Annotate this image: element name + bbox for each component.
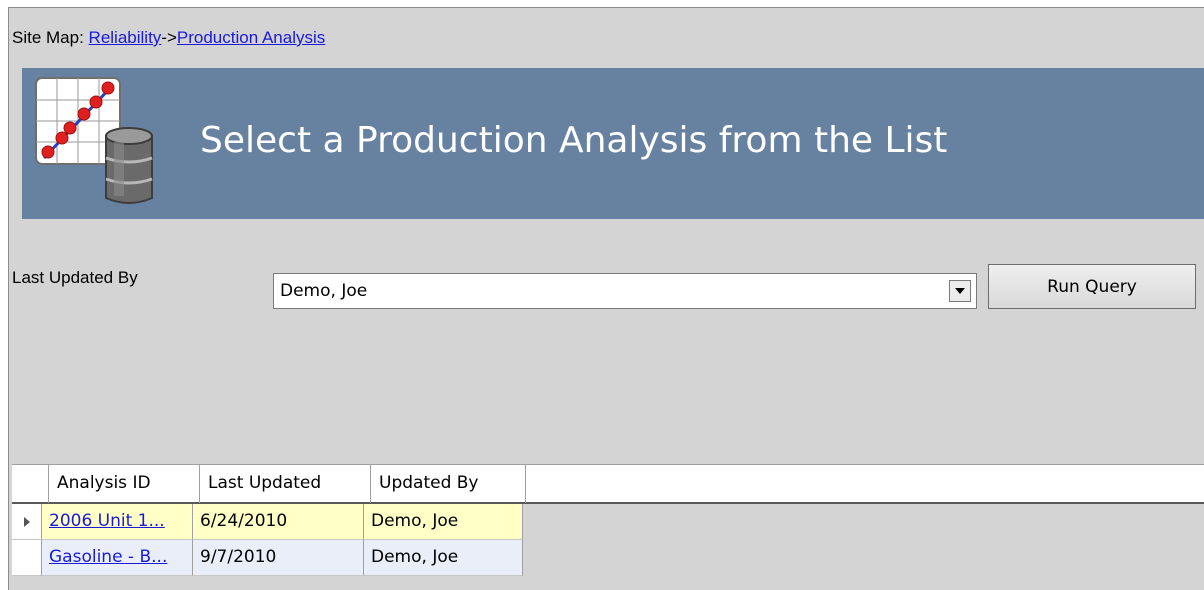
cell-updated-by: Demo, Joe bbox=[364, 504, 523, 540]
dropdown-arrow-button[interactable] bbox=[949, 280, 971, 302]
page-banner: Select a Production Analysis from the Li… bbox=[22, 68, 1204, 219]
column-header-last-updated[interactable]: Last Updated bbox=[199, 465, 370, 503]
cell-analysis-id: 2006 Unit 1... bbox=[42, 504, 193, 540]
last-updated-by-value: Demo, Joe bbox=[280, 281, 368, 301]
analysis-id-link[interactable]: 2006 Unit 1... bbox=[49, 511, 165, 531]
run-query-button[interactable]: Run Query bbox=[988, 264, 1196, 309]
analysis-id-link[interactable]: Gasoline - B... bbox=[49, 547, 167, 567]
column-header-analysis-id[interactable]: Analysis ID bbox=[48, 465, 199, 503]
breadcrumb-link-production-analysis[interactable]: Production Analysis bbox=[177, 28, 325, 47]
breadcrumb-link-reliability[interactable]: Reliability bbox=[89, 28, 162, 47]
breadcrumb-separator: -> bbox=[161, 28, 177, 47]
cell-updated-by: Demo, Joe bbox=[364, 540, 523, 576]
triangle-down-icon bbox=[955, 288, 965, 294]
cell-last-updated: 9/7/2010 bbox=[193, 540, 364, 576]
last-updated-by-label: Last Updated By bbox=[12, 268, 138, 287]
chart-barrel-icon bbox=[35, 77, 153, 204]
column-header-updated-by[interactable]: Updated By bbox=[370, 465, 526, 503]
row-selector[interactable] bbox=[12, 504, 42, 540]
cell-analysis-id: Gasoline - B... bbox=[42, 540, 193, 576]
last-updated-by-select[interactable]: Demo, Joe bbox=[273, 273, 977, 309]
current-row-arrow-icon bbox=[24, 517, 30, 527]
breadcrumb: Site Map: Reliability->Production Analys… bbox=[12, 28, 325, 50]
cell-last-updated: 6/24/2010 bbox=[193, 504, 364, 540]
row-selector[interactable] bbox=[12, 540, 42, 576]
grid-header: Analysis ID Last Updated Updated By bbox=[12, 464, 1204, 504]
breadcrumb-prefix: Site Map: bbox=[12, 28, 89, 47]
table-row[interactable]: Gasoline - B... 9/7/2010 Demo, Joe bbox=[12, 540, 524, 576]
table-row[interactable]: 2006 Unit 1... 6/24/2010 Demo, Joe bbox=[12, 504, 524, 540]
page-panel: Site Map: Reliability->Production Analys… bbox=[8, 7, 1204, 590]
page-title: Select a Production Analysis from the Li… bbox=[200, 120, 948, 161]
